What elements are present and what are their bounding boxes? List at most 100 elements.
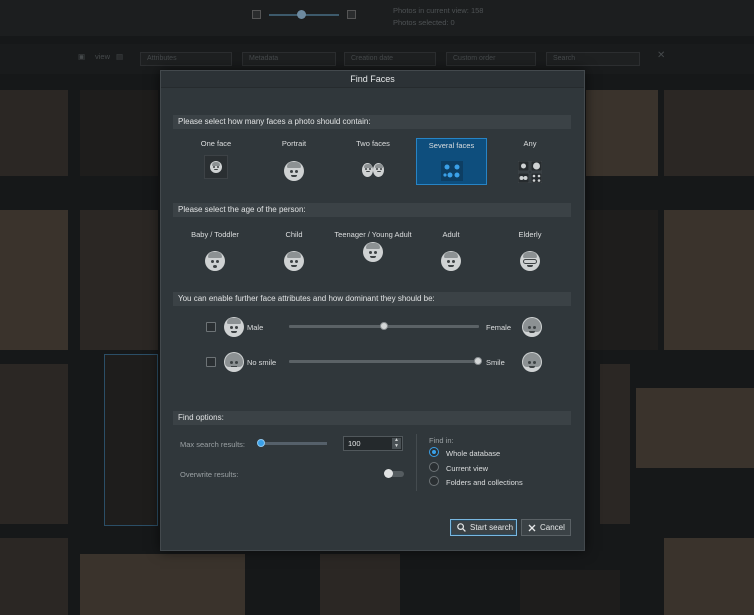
no-smile-face-icon bbox=[224, 352, 244, 372]
image-icon[interactable]: ▣ bbox=[78, 52, 85, 61]
folders-and-collections-label: Folders and collections bbox=[446, 478, 523, 487]
photos-in-view-count: Photos in current view: 158 bbox=[393, 6, 484, 15]
app-header bbox=[0, 0, 754, 36]
photo-thumbnail[interactable] bbox=[0, 210, 68, 350]
zoom-slider-knob[interactable] bbox=[297, 9, 306, 19]
age-option-baby[interactable]: Baby / Toddler bbox=[176, 230, 254, 273]
max-results-slider-knob[interactable] bbox=[257, 439, 265, 447]
photo-thumbnail[interactable] bbox=[80, 90, 158, 176]
photo-thumbnail[interactable] bbox=[80, 554, 245, 615]
search-icon bbox=[457, 523, 466, 532]
age-option-label: Elderly bbox=[518, 230, 542, 239]
age-option-label: Baby / Toddler bbox=[191, 230, 239, 239]
view-label: view bbox=[95, 52, 111, 61]
face-option-two-faces[interactable]: Two faces bbox=[338, 139, 408, 185]
attributes-section-header: You can enable further face attributes a… bbox=[173, 292, 571, 306]
max-results-slider[interactable] bbox=[261, 442, 327, 445]
photo-thumbnail[interactable] bbox=[520, 570, 620, 615]
dialog-title: Find Faces bbox=[161, 71, 584, 88]
photo-thumbnail[interactable] bbox=[664, 538, 754, 615]
age-option-label: Child bbox=[285, 230, 303, 239]
face-option-several-faces[interactable]: Several faces bbox=[416, 138, 487, 185]
whole-database-label: Whole database bbox=[446, 449, 501, 458]
zoom-control[interactable] bbox=[252, 9, 356, 19]
zoom-in-icon[interactable] bbox=[347, 10, 356, 19]
no-smile-label: No smile bbox=[247, 358, 277, 367]
spin-arrows-icon[interactable]: ▲ ▼ bbox=[392, 437, 401, 449]
zoom-out-icon[interactable] bbox=[252, 10, 261, 19]
female-label: Female bbox=[486, 323, 512, 332]
overwrite-results-label: Overwrite results: bbox=[180, 470, 239, 479]
male-label: Male bbox=[247, 323, 264, 332]
elderly-face-icon bbox=[520, 251, 540, 271]
folder-icon[interactable]: ▤ bbox=[116, 52, 123, 61]
age-option-child[interactable]: Child bbox=[255, 230, 333, 273]
find-in-folders-radio[interactable] bbox=[429, 476, 439, 486]
overwrite-results-toggle[interactable] bbox=[384, 469, 404, 478]
find-options-section-header: Find options: bbox=[173, 411, 571, 425]
face-option-label: Two faces bbox=[356, 139, 390, 148]
metadata-filter[interactable]: Metadata bbox=[242, 52, 336, 66]
face-option-label: One face bbox=[200, 139, 232, 148]
male-face-icon bbox=[224, 317, 244, 337]
face-option-any[interactable]: Any bbox=[495, 139, 565, 185]
zoom-slider[interactable] bbox=[269, 9, 339, 19]
face-option-one-face[interactable]: One face bbox=[181, 139, 251, 185]
age-option-teenager[interactable]: Teenager / Young Adult bbox=[334, 230, 412, 264]
photos-selected-count: Photos selected: 0 bbox=[393, 18, 455, 27]
photo-thumbnail[interactable] bbox=[0, 538, 68, 615]
photo-thumbnail[interactable] bbox=[600, 364, 630, 524]
cancel-button[interactable]: Cancel bbox=[521, 519, 571, 536]
photo-count-info: Photos in current view: 158 Photos selec… bbox=[393, 5, 483, 29]
age-option-adult[interactable]: Adult bbox=[412, 230, 490, 273]
photo-thumbnail[interactable] bbox=[664, 210, 754, 350]
age-option-label: Adult bbox=[442, 230, 460, 239]
age-section-header: Please select the age of the person: bbox=[173, 203, 571, 217]
photo-thumbnail[interactable] bbox=[0, 90, 68, 176]
photo-thumbnail[interactable] bbox=[320, 554, 400, 615]
portrait-icon bbox=[284, 161, 304, 183]
teenager-face-icon bbox=[363, 242, 383, 262]
photo-thumbnail[interactable] bbox=[0, 364, 68, 524]
find-in-current-view-radio[interactable] bbox=[429, 462, 439, 472]
find-faces-dialog: Find Faces Please select how many faces … bbox=[160, 70, 585, 551]
attributes-filter[interactable]: Attributes bbox=[140, 52, 232, 66]
face-option-label: Portrait bbox=[281, 139, 307, 148]
gender-slider-knob[interactable] bbox=[380, 322, 388, 330]
close-icon bbox=[528, 524, 536, 531]
child-face-icon bbox=[284, 251, 304, 271]
age-option-label: Teenager / Young Adult bbox=[334, 230, 412, 239]
start-search-button[interactable]: Start search bbox=[450, 519, 517, 536]
creation-date-filter[interactable]: Creation date bbox=[344, 52, 436, 66]
find-in-label: Find in: bbox=[429, 436, 454, 445]
smile-slider-knob[interactable] bbox=[474, 357, 482, 365]
options-divider bbox=[416, 434, 417, 491]
photo-thumbnail[interactable] bbox=[586, 210, 658, 350]
baby-face-icon bbox=[205, 251, 225, 271]
gender-attribute-checkbox[interactable] bbox=[206, 322, 216, 332]
search-field[interactable]: Search bbox=[546, 52, 640, 66]
smile-attribute-checkbox[interactable] bbox=[206, 357, 216, 367]
photo-thumbnail[interactable] bbox=[104, 354, 158, 526]
cancel-label: Cancel bbox=[540, 523, 565, 532]
photo-thumbnail[interactable] bbox=[664, 90, 754, 176]
female-face-icon bbox=[522, 317, 542, 337]
age-option-elderly[interactable]: Elderly bbox=[491, 230, 569, 273]
close-icon[interactable]: ✕ bbox=[657, 50, 665, 61]
any-faces-icon bbox=[517, 160, 543, 185]
face-option-portrait[interactable]: Portrait bbox=[259, 139, 329, 185]
smile-slider[interactable] bbox=[289, 360, 479, 363]
adult-face-icon bbox=[441, 251, 461, 271]
several-faces-icon bbox=[440, 161, 463, 183]
photo-thumbnail[interactable] bbox=[636, 388, 754, 468]
smile-face-icon bbox=[522, 352, 542, 372]
max-results-value: 100 bbox=[348, 439, 361, 448]
start-search-label: Start search bbox=[470, 523, 514, 532]
max-results-spinbox[interactable]: 100 ▲ ▼ bbox=[343, 436, 403, 451]
photo-thumbnail[interactable] bbox=[80, 210, 158, 350]
two-faces-icon bbox=[362, 163, 384, 179]
photo-thumbnail[interactable] bbox=[586, 90, 658, 176]
faces-count-section-header: Please select how many faces a photo sho… bbox=[173, 115, 571, 129]
custom-order-filter[interactable]: Custom order bbox=[446, 52, 536, 66]
find-in-whole-database-radio[interactable] bbox=[429, 447, 439, 457]
